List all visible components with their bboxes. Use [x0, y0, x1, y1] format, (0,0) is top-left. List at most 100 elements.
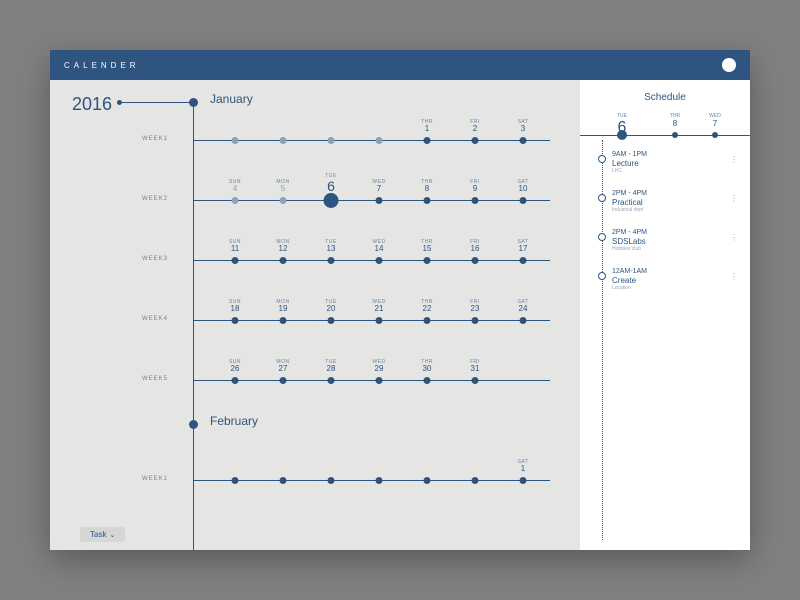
day-dot[interactable] — [520, 257, 527, 264]
day-cell[interactable]: SAT3 — [518, 119, 529, 134]
schedule-event-title: Practical — [612, 198, 740, 207]
day-dot[interactable] — [424, 377, 431, 384]
schedule-item[interactable]: 2PM - 4PMPracticalIndustrial dept⋮ — [580, 182, 750, 221]
day-dot[interactable] — [376, 317, 383, 324]
schedule-day[interactable]: THR8 — [670, 113, 680, 128]
more-icon[interactable]: ⋮ — [730, 233, 738, 242]
day-dot[interactable] — [328, 257, 335, 264]
day-dot[interactable] — [472, 197, 479, 204]
day-dot[interactable] — [472, 137, 479, 144]
day-cell[interactable]: TUE20 — [325, 299, 337, 314]
day-cell[interactable]: FRI23 — [470, 299, 480, 314]
day-dot[interactable] — [472, 477, 479, 484]
week-label: WEEK5 — [142, 376, 168, 382]
year-connector — [120, 102, 193, 103]
schedule-list: 9AM - 1PMLectureLHC⋮2PM - 4PMPracticalIn… — [580, 143, 750, 299]
day-dot[interactable] — [280, 137, 287, 144]
day-dot[interactable] — [328, 377, 335, 384]
month-label[interactable]: February — [210, 414, 258, 428]
day-cell[interactable]: WED14 — [372, 239, 385, 254]
day-cell[interactable]: THR22 — [421, 299, 433, 314]
day-dot[interactable] — [424, 477, 431, 484]
more-icon[interactable]: ⋮ — [730, 155, 738, 164]
day-dot[interactable] — [520, 317, 527, 324]
day-cell[interactable]: WED7 — [372, 179, 385, 194]
schedule-ring-icon — [598, 233, 606, 241]
day-cell[interactable]: SAT1 — [518, 459, 529, 474]
day-cell[interactable]: MON19 — [276, 299, 289, 314]
day-cell[interactable]: SAT24 — [518, 299, 529, 314]
day-dot[interactable] — [232, 477, 239, 484]
day-cell[interactable]: SUN11 — [229, 239, 241, 254]
schedule-item[interactable]: 12AM-1AMCreateLocation⋮ — [580, 260, 750, 299]
day-cell[interactable]: SAT10 — [518, 179, 529, 194]
schedule-time: 2PM - 4PM — [612, 229, 740, 236]
day-dot[interactable] — [232, 257, 239, 264]
day-dot[interactable] — [424, 197, 431, 204]
day-dot[interactable] — [328, 477, 335, 484]
day-cell[interactable]: SAT17 — [518, 239, 529, 254]
day-dot[interactable] — [376, 257, 383, 264]
day-cell[interactable]: THR15 — [421, 239, 433, 254]
schedule-location: LHC — [612, 168, 740, 174]
day-cell[interactable]: THR8 — [421, 179, 433, 194]
day-cell[interactable]: THR1 — [421, 119, 433, 134]
week-label: WEEK1 — [142, 476, 168, 482]
avatar[interactable] — [722, 58, 736, 72]
schedule-day-dot — [672, 132, 678, 138]
more-icon[interactable]: ⋮ — [730, 194, 738, 203]
day-cell[interactable]: SUN18 — [229, 299, 241, 314]
task-button[interactable]: Task⌄ — [80, 527, 125, 542]
day-dot[interactable] — [376, 137, 383, 144]
day-cell[interactable]: WED21 — [372, 299, 385, 314]
month-label[interactable]: January — [210, 92, 253, 106]
week-line — [193, 260, 550, 261]
more-icon[interactable]: ⋮ — [730, 272, 738, 281]
day-dot[interactable] — [472, 377, 479, 384]
week-label: WEEK2 — [142, 196, 168, 202]
day-dot[interactable] — [376, 377, 383, 384]
day-dot[interactable] — [376, 477, 383, 484]
day-dot[interactable] — [232, 137, 239, 144]
day-dot[interactable] — [520, 477, 527, 484]
day-dot[interactable] — [280, 257, 287, 264]
schedule-item[interactable]: 2PM - 4PMSDSLabsHobbies club⋮ — [580, 221, 750, 260]
day-dot[interactable] — [232, 317, 239, 324]
day-cell[interactable]: TUE13 — [325, 239, 337, 254]
day-dot[interactable] — [328, 317, 335, 324]
day-dot[interactable] — [376, 197, 383, 204]
schedule-day[interactable]: WED7 — [709, 113, 721, 128]
day-dot[interactable] — [472, 257, 479, 264]
schedule-ring-icon — [598, 272, 606, 280]
day-dot[interactable] — [520, 197, 527, 204]
day-dot[interactable] — [328, 137, 335, 144]
day-cell[interactable]: FRI31 — [470, 359, 480, 374]
day-cell[interactable]: FRI9 — [470, 179, 480, 194]
day-dot[interactable] — [324, 193, 339, 208]
day-dot[interactable] — [280, 317, 287, 324]
day-dot[interactable] — [424, 257, 431, 264]
day-cell[interactable]: MON12 — [276, 239, 289, 254]
schedule-ring-icon — [598, 194, 606, 202]
day-dot[interactable] — [472, 317, 479, 324]
schedule-ring-icon — [598, 155, 606, 163]
day-dot[interactable] — [232, 197, 239, 204]
day-cell[interactable]: THR30 — [421, 359, 433, 374]
day-dot[interactable] — [520, 137, 527, 144]
day-cell[interactable]: FRI16 — [470, 239, 480, 254]
schedule-item[interactable]: 9AM - 1PMLectureLHC⋮ — [580, 143, 750, 182]
day-cell[interactable]: FRI2 — [470, 119, 480, 134]
day-cell[interactable]: TUE6 — [325, 173, 337, 194]
day-cell[interactable]: TUE28 — [325, 359, 337, 374]
day-cell[interactable]: MON5 — [276, 179, 289, 194]
day-cell[interactable]: SUN4 — [229, 179, 241, 194]
day-dot[interactable] — [280, 377, 287, 384]
day-dot[interactable] — [280, 477, 287, 484]
day-dot[interactable] — [424, 137, 431, 144]
day-dot[interactable] — [280, 197, 287, 204]
day-dot[interactable] — [424, 317, 431, 324]
day-cell[interactable]: MON27 — [276, 359, 289, 374]
day-cell[interactable]: SUN26 — [229, 359, 241, 374]
day-dot[interactable] — [232, 377, 239, 384]
day-cell[interactable]: WED29 — [372, 359, 385, 374]
